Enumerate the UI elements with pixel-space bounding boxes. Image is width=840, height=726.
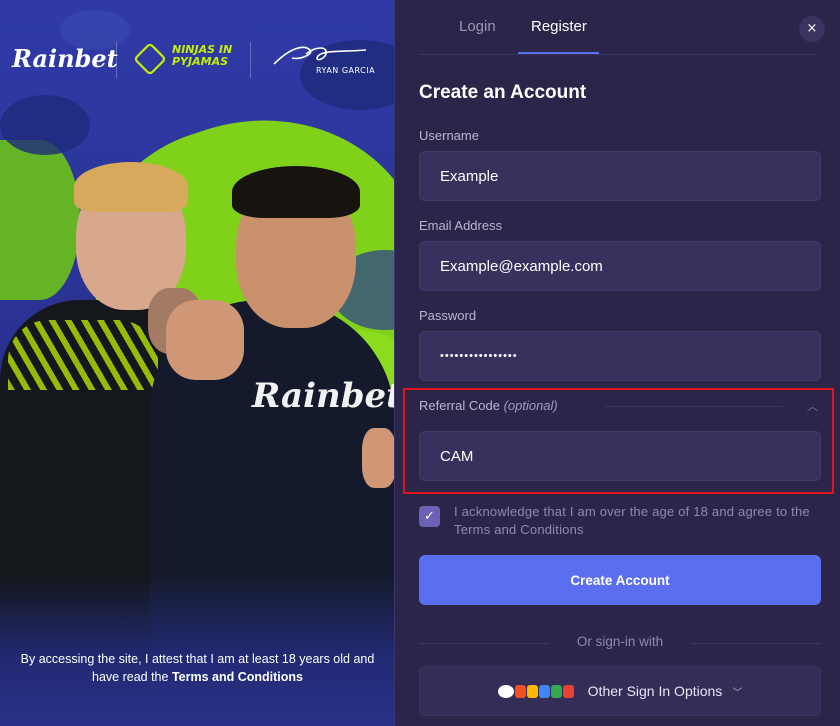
tab-bar: Login Register	[419, 0, 816, 55]
divider-line	[691, 643, 821, 644]
promo-banner: Rainbet NINJAS IN PYJAMAS RYAN GARCIA Ra…	[0, 0, 395, 726]
divider-label: Or sign-in with	[576, 634, 664, 649]
shirt-logo: Rainbet	[252, 376, 395, 416]
other-sign-in-button[interactable]: Other Sign In Options ﹀	[419, 666, 821, 716]
referral-divider	[605, 406, 783, 407]
chevron-down-icon: ﹀	[732, 687, 743, 699]
promo-blob	[0, 95, 90, 155]
terms-link[interactable]: Terms and Conditions	[172, 670, 303, 684]
person-fist	[166, 300, 244, 380]
active-tab-indicator	[518, 52, 599, 54]
referral-optional: (optional)	[503, 398, 558, 413]
referral-toggle[interactable]: Referral Code (optional)	[419, 398, 558, 413]
register-modal: Rainbet NINJAS IN PYJAMAS RYAN GARCIA Ra…	[0, 0, 840, 726]
provider-icon	[538, 684, 550, 698]
person-fist	[362, 428, 394, 488]
chevron-up-icon[interactable]: ︿	[807, 398, 818, 414]
provider-icon	[550, 684, 562, 698]
page-title: Create an Account	[419, 82, 587, 103]
person-hair-left	[74, 162, 188, 212]
logo-divider	[116, 42, 117, 78]
close-icon[interactable]: ×	[799, 16, 825, 42]
acknowledge-checkbox[interactable]: ✓	[419, 506, 440, 527]
username-field[interactable]: Example	[419, 151, 821, 201]
username-label: Username	[419, 128, 479, 143]
tab-login[interactable]: Login	[459, 18, 496, 35]
provider-icon	[526, 684, 538, 698]
password-label: Password	[419, 308, 477, 323]
password-field[interactable]: ••••••••••••••••	[419, 331, 821, 381]
steam-icon	[497, 684, 514, 698]
register-panel: Login Register × Create an Account Usern…	[395, 0, 840, 726]
referral-code-field[interactable]: CAM	[419, 431, 821, 481]
checkmark-icon: ✓	[424, 509, 435, 524]
provider-icons	[497, 684, 574, 698]
partner-logos: Rainbet NINJAS IN PYJAMAS RYAN GARCIA	[0, 38, 394, 84]
ryan-garcia-logo: RYAN GARCIA	[316, 66, 376, 75]
create-account-button[interactable]: Create Account	[419, 555, 821, 605]
promo-disclaimer: By accessing the site, I attest that I a…	[0, 650, 394, 686]
referral-label: Referral Code	[419, 398, 500, 413]
provider-icon	[562, 684, 574, 698]
acknowledge-text: I acknowledge that I am over the age of …	[454, 504, 810, 537]
email-field[interactable]: Example@example.com	[419, 241, 821, 291]
promo-blob	[0, 140, 80, 300]
tab-register[interactable]: Register	[531, 18, 587, 35]
sign-in-divider: Or sign-in with	[419, 634, 821, 652]
rainbet-logo: Rainbet	[12, 44, 118, 73]
signature-icon	[273, 46, 367, 65]
nip-logo-text: NINJAS IN PYJAMAS	[172, 43, 233, 68]
shirt-pattern	[8, 320, 158, 390]
logo-divider	[250, 42, 251, 78]
nip-logo-icon	[133, 42, 167, 76]
other-sign-in-label: Other Sign In Options	[587, 683, 723, 699]
person-hair-right	[232, 166, 360, 218]
email-label: Email Address	[419, 218, 503, 233]
provider-icon	[514, 684, 526, 698]
